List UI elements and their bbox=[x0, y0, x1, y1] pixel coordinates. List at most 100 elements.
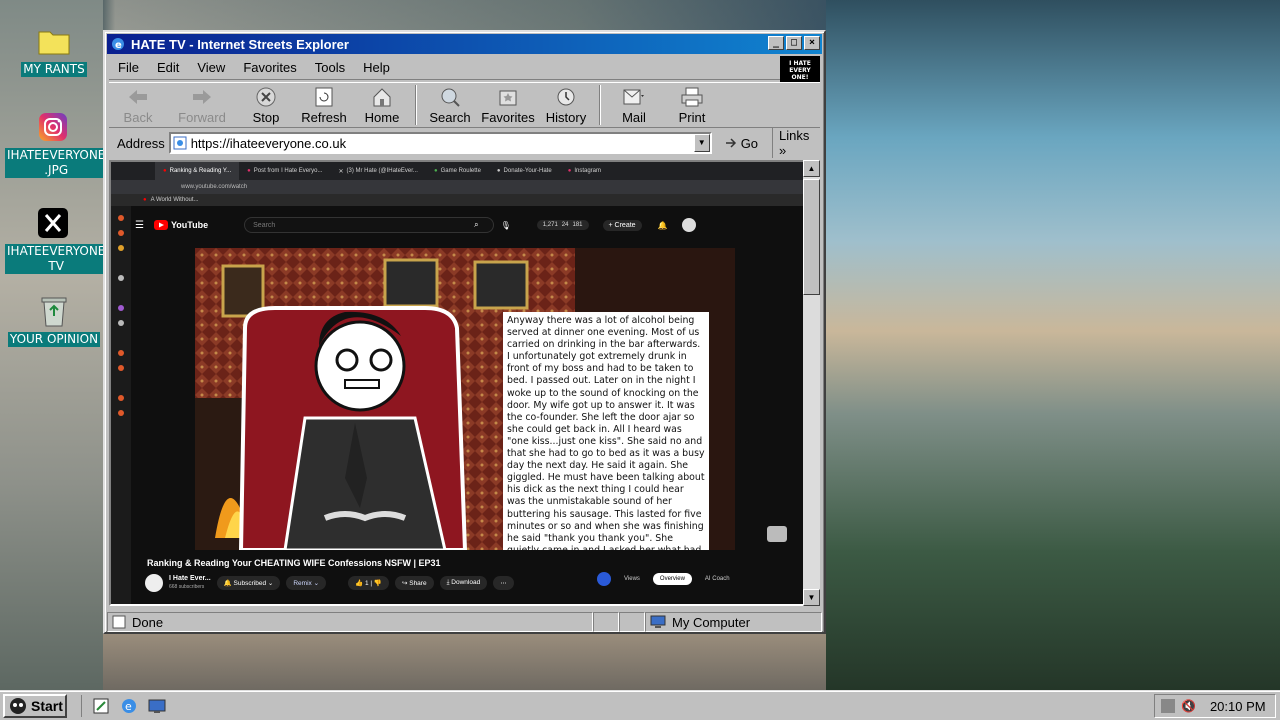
brand-logo: I HATE EVERY ONE! bbox=[780, 56, 820, 82]
menu-tools[interactable]: Tools bbox=[306, 60, 354, 75]
window-title: HATE TV - Internet Streets Explorer bbox=[131, 36, 349, 52]
hamburger-menu-icon[interactable]: ☰ bbox=[135, 220, 144, 231]
scroll-up-arrow-icon[interactable]: ▲ bbox=[803, 160, 820, 177]
close-button[interactable]: × bbox=[804, 36, 820, 50]
desktop-icon[interactable] bbox=[146, 695, 168, 717]
channel-avatar[interactable] bbox=[145, 574, 163, 592]
like-button[interactable]: 👍 1 | 👎 bbox=[348, 576, 389, 590]
menu-help[interactable]: Help bbox=[354, 60, 399, 75]
maximize-button[interactable]: □ bbox=[786, 36, 802, 50]
chip-views[interactable]: Views bbox=[617, 573, 647, 585]
menu-view[interactable]: View bbox=[188, 60, 234, 75]
inner-sidebar bbox=[111, 206, 131, 604]
start-logo-icon bbox=[10, 697, 26, 714]
go-arrow-icon bbox=[725, 138, 736, 148]
inner-tab[interactable]: ● Instagram bbox=[560, 162, 609, 180]
favorites-label: Favorites bbox=[481, 110, 535, 125]
inner-bookmark-label: A World Without... bbox=[150, 197, 199, 203]
home-icon bbox=[370, 86, 394, 108]
youtube-search-input[interactable]: Search bbox=[244, 217, 495, 233]
history-icon bbox=[554, 86, 578, 108]
youtube-stats: 1,271 24 181 bbox=[536, 220, 589, 230]
stop-button[interactable]: Stop bbox=[237, 83, 295, 127]
x-icon bbox=[36, 206, 70, 240]
clock[interactable]: 20:10 PM bbox=[1210, 699, 1266, 714]
download-button[interactable]: ⤓ Download bbox=[439, 576, 488, 590]
search-icon bbox=[438, 86, 462, 108]
go-button[interactable]: Go bbox=[720, 136, 762, 151]
scroll-down-arrow-icon[interactable]: ▼ bbox=[803, 589, 820, 606]
menu-favorites[interactable]: Favorites bbox=[234, 60, 305, 75]
title-bar[interactable]: e HATE TV - Internet Streets Explorer _ … bbox=[107, 34, 822, 54]
background-right-scene bbox=[826, 0, 1280, 690]
volume-icon[interactable]: 🔇 bbox=[1181, 699, 1196, 713]
internet-explorer-icon[interactable]: e bbox=[118, 695, 140, 717]
minimize-button[interactable]: _ bbox=[768, 36, 784, 50]
address-dropdown-icon[interactable]: ▼ bbox=[693, 134, 710, 152]
youtube-logo[interactable]: YouTube bbox=[153, 220, 208, 230]
share-button[interactable]: ↪ Share bbox=[394, 576, 434, 590]
forward-button[interactable]: Forward bbox=[167, 83, 237, 127]
inner-tab-strip: ● Ranking & Reading Y... ● Post from I Hat… bbox=[111, 162, 807, 180]
inner-tab-label: (3) Mr Hate (@IHateEver... bbox=[346, 168, 418, 174]
subscribed-button[interactable]: 🔔 Subscribed ⌄ bbox=[216, 576, 281, 590]
remix-button[interactable]: Remix ⌄ bbox=[286, 576, 327, 590]
history-button[interactable]: History bbox=[537, 83, 595, 127]
stop-label: Stop bbox=[252, 110, 280, 125]
desktop-icon-my-rants[interactable]: MY RANTS bbox=[6, 24, 102, 77]
search-button[interactable]: Search bbox=[421, 83, 479, 127]
start-label: Start bbox=[31, 697, 63, 714]
links-button[interactable]: Links » bbox=[772, 128, 820, 158]
mail-button[interactable]: Mail bbox=[605, 83, 663, 127]
status-text: Done bbox=[132, 614, 164, 630]
inner-url: www.youtube.com/watch bbox=[181, 184, 248, 190]
menu-edit[interactable]: Edit bbox=[148, 60, 188, 75]
scroll-thumb[interactable] bbox=[803, 179, 820, 295]
page-content: ● Ranking & Reading Y... ● Post from I Hat… bbox=[109, 160, 809, 606]
inner-tab[interactable]: ● Ranking & Reading Y... bbox=[155, 162, 240, 180]
youtube-search-icon[interactable]: ⌕ bbox=[474, 220, 478, 230]
channel-subscribers: 668 subscribers bbox=[169, 584, 205, 590]
home-button[interactable]: Home bbox=[353, 83, 411, 127]
microphone-icon[interactable]: 🎙 bbox=[501, 221, 511, 230]
youtube-search-placeholder: Search bbox=[253, 221, 276, 229]
desktop-icon-tv[interactable]: IHATEEVERYONE TV bbox=[5, 206, 108, 274]
more-options-icon[interactable]: ⋯ bbox=[493, 576, 514, 590]
chip-ai-coach[interactable]: AI Coach bbox=[698, 573, 737, 585]
inner-bookmark[interactable]: ● A World Without... bbox=[111, 194, 807, 206]
stat-likes: 24 bbox=[561, 222, 569, 228]
home-label: Home bbox=[364, 110, 400, 125]
ai-coach-icon[interactable] bbox=[597, 572, 611, 586]
inner-tab[interactable]: ● Game Roulette bbox=[426, 162, 489, 180]
notifications-bell-icon[interactable]: 🔔 bbox=[658, 221, 668, 230]
youtube-play-icon bbox=[153, 220, 168, 230]
inner-url-bar[interactable]: www.youtube.com/watch bbox=[111, 180, 807, 194]
start-button[interactable]: Start bbox=[3, 693, 67, 718]
confession-text-card: Anyway there was a lot of alcohol being … bbox=[503, 312, 709, 550]
refresh-button[interactable]: Refresh bbox=[295, 83, 353, 127]
address-input[interactable]: https://ihateeveryone.co.uk ▼ bbox=[168, 132, 712, 154]
desktop-icon-label: MY RANTS bbox=[21, 62, 87, 77]
desktop-icon-instagram[interactable]: IHATEEVERYONE .JPG bbox=[5, 110, 108, 178]
ambient-icon[interactable] bbox=[767, 526, 787, 542]
inner-tab[interactable]: ● Post from I Hate Everyo... bbox=[239, 162, 330, 180]
desktop-icon-your-opinion[interactable]: YOUR OPINION bbox=[6, 294, 102, 347]
inner-tab[interactable]: ✕ (3) Mr Hate (@IHateEver... bbox=[330, 162, 425, 180]
stat-subs: 181 bbox=[572, 222, 583, 228]
inner-tab-label: Post from I Hate Everyo... bbox=[253, 168, 323, 174]
channel-name[interactable]: I Hate Ever... bbox=[169, 574, 211, 583]
inner-tab[interactable]: ● Donate-Your-Hate bbox=[489, 162, 560, 180]
back-button[interactable]: Back bbox=[109, 83, 167, 127]
chip-overview[interactable]: Overview bbox=[652, 573, 692, 585]
remix-label: Remix bbox=[293, 580, 312, 587]
notepad-icon[interactable] bbox=[90, 695, 112, 717]
recycle-bin-icon bbox=[37, 294, 71, 328]
create-button[interactable]: + Create bbox=[602, 219, 642, 231]
favorites-button[interactable]: Favorites bbox=[479, 83, 537, 127]
network-icon[interactable] bbox=[1161, 699, 1175, 713]
print-button[interactable]: Print bbox=[663, 83, 721, 127]
create-label: Create bbox=[614, 221, 636, 229]
avatar[interactable] bbox=[681, 218, 696, 232]
vertical-scrollbar[interactable]: ▲ ▼ bbox=[803, 160, 820, 606]
menu-file[interactable]: File bbox=[109, 60, 148, 75]
